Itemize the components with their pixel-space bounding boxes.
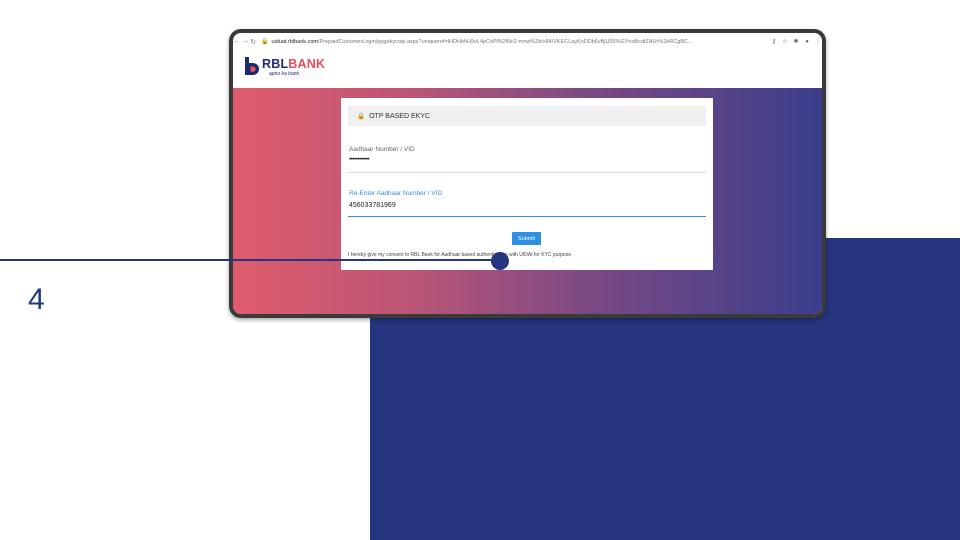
consent-text: I hereby give my consent to RBL Bank for… [348, 252, 573, 258]
logo-rbl: RBL [262, 57, 289, 71]
reenter-aadhaar-input[interactable]: 456033781969 [349, 202, 396, 209]
step-number: 4 [28, 283, 45, 316]
callout-dot [491, 252, 509, 270]
logo-wordmark: RBLBANK [262, 57, 325, 71]
forward-arrow-icon[interactable]: → [241, 38, 249, 45]
address-bar[interactable]: 🔒 uiduat.rblbank.com/PrepaidCustomerLogin… [261, 38, 767, 45]
menu-icon[interactable]: ⋮ [814, 38, 822, 45]
reenter-aadhaar-label: Re-Enter Aadhaar Number / VID [349, 190, 443, 197]
aadhaar-input-underline [348, 172, 706, 173]
laptop-frame: ← → ↻ 🔒 uiduat.rblbank.com/PrepaidCustome… [229, 29, 826, 318]
aadhaar-label: Aadhaar Number / VID [349, 146, 415, 153]
url-host: uiduat.rblbank.com [271, 39, 318, 45]
page-background: 🔒 OTP BASED EKYC Aadhaar Number / VID ••… [233, 88, 822, 314]
rbl-logo-mark [245, 57, 259, 75]
site-header: RBLBANK apno ka bank [233, 50, 822, 88]
logo-bank: BANK [288, 57, 326, 71]
submit-button[interactable]: Submit [512, 232, 541, 245]
laptop-screen: ← → ↻ 🔒 uiduat.rblbank.com/PrepaidCustome… [233, 33, 822, 314]
ekyc-form-card: 🔒 OTP BASED EKYC Aadhaar Number / VID ••… [341, 98, 713, 270]
reenter-aadhaar-input-underline [348, 216, 706, 217]
callout-line [0, 259, 500, 261]
profile-icon[interactable]: ● [803, 39, 811, 45]
extensions-icon[interactable]: ✱ [792, 38, 800, 45]
aadhaar-input[interactable]: •••••••••••• [349, 156, 370, 163]
back-arrow-icon[interactable]: ← [233, 38, 241, 45]
logo-tagline: apno ka bank [269, 71, 300, 77]
reload-icon[interactable]: ↻ [249, 38, 257, 46]
url-path: /PrepaidCustomerLogin/ppgekycotp.aspx?un… [317, 39, 693, 45]
star-icon[interactable]: ☆ [781, 38, 789, 45]
lock-icon: 🔒 [261, 39, 269, 45]
form-title: OTP BASED EKYC [369, 112, 431, 120]
lock-icon: 🔒 [357, 113, 366, 120]
key-icon[interactable]: ⚷ [770, 38, 778, 45]
form-header: 🔒 OTP BASED EKYC [348, 106, 706, 126]
browser-toolbar: ← → ↻ 🔒 uiduat.rblbank.com/PrepaidCustome… [233, 33, 822, 51]
